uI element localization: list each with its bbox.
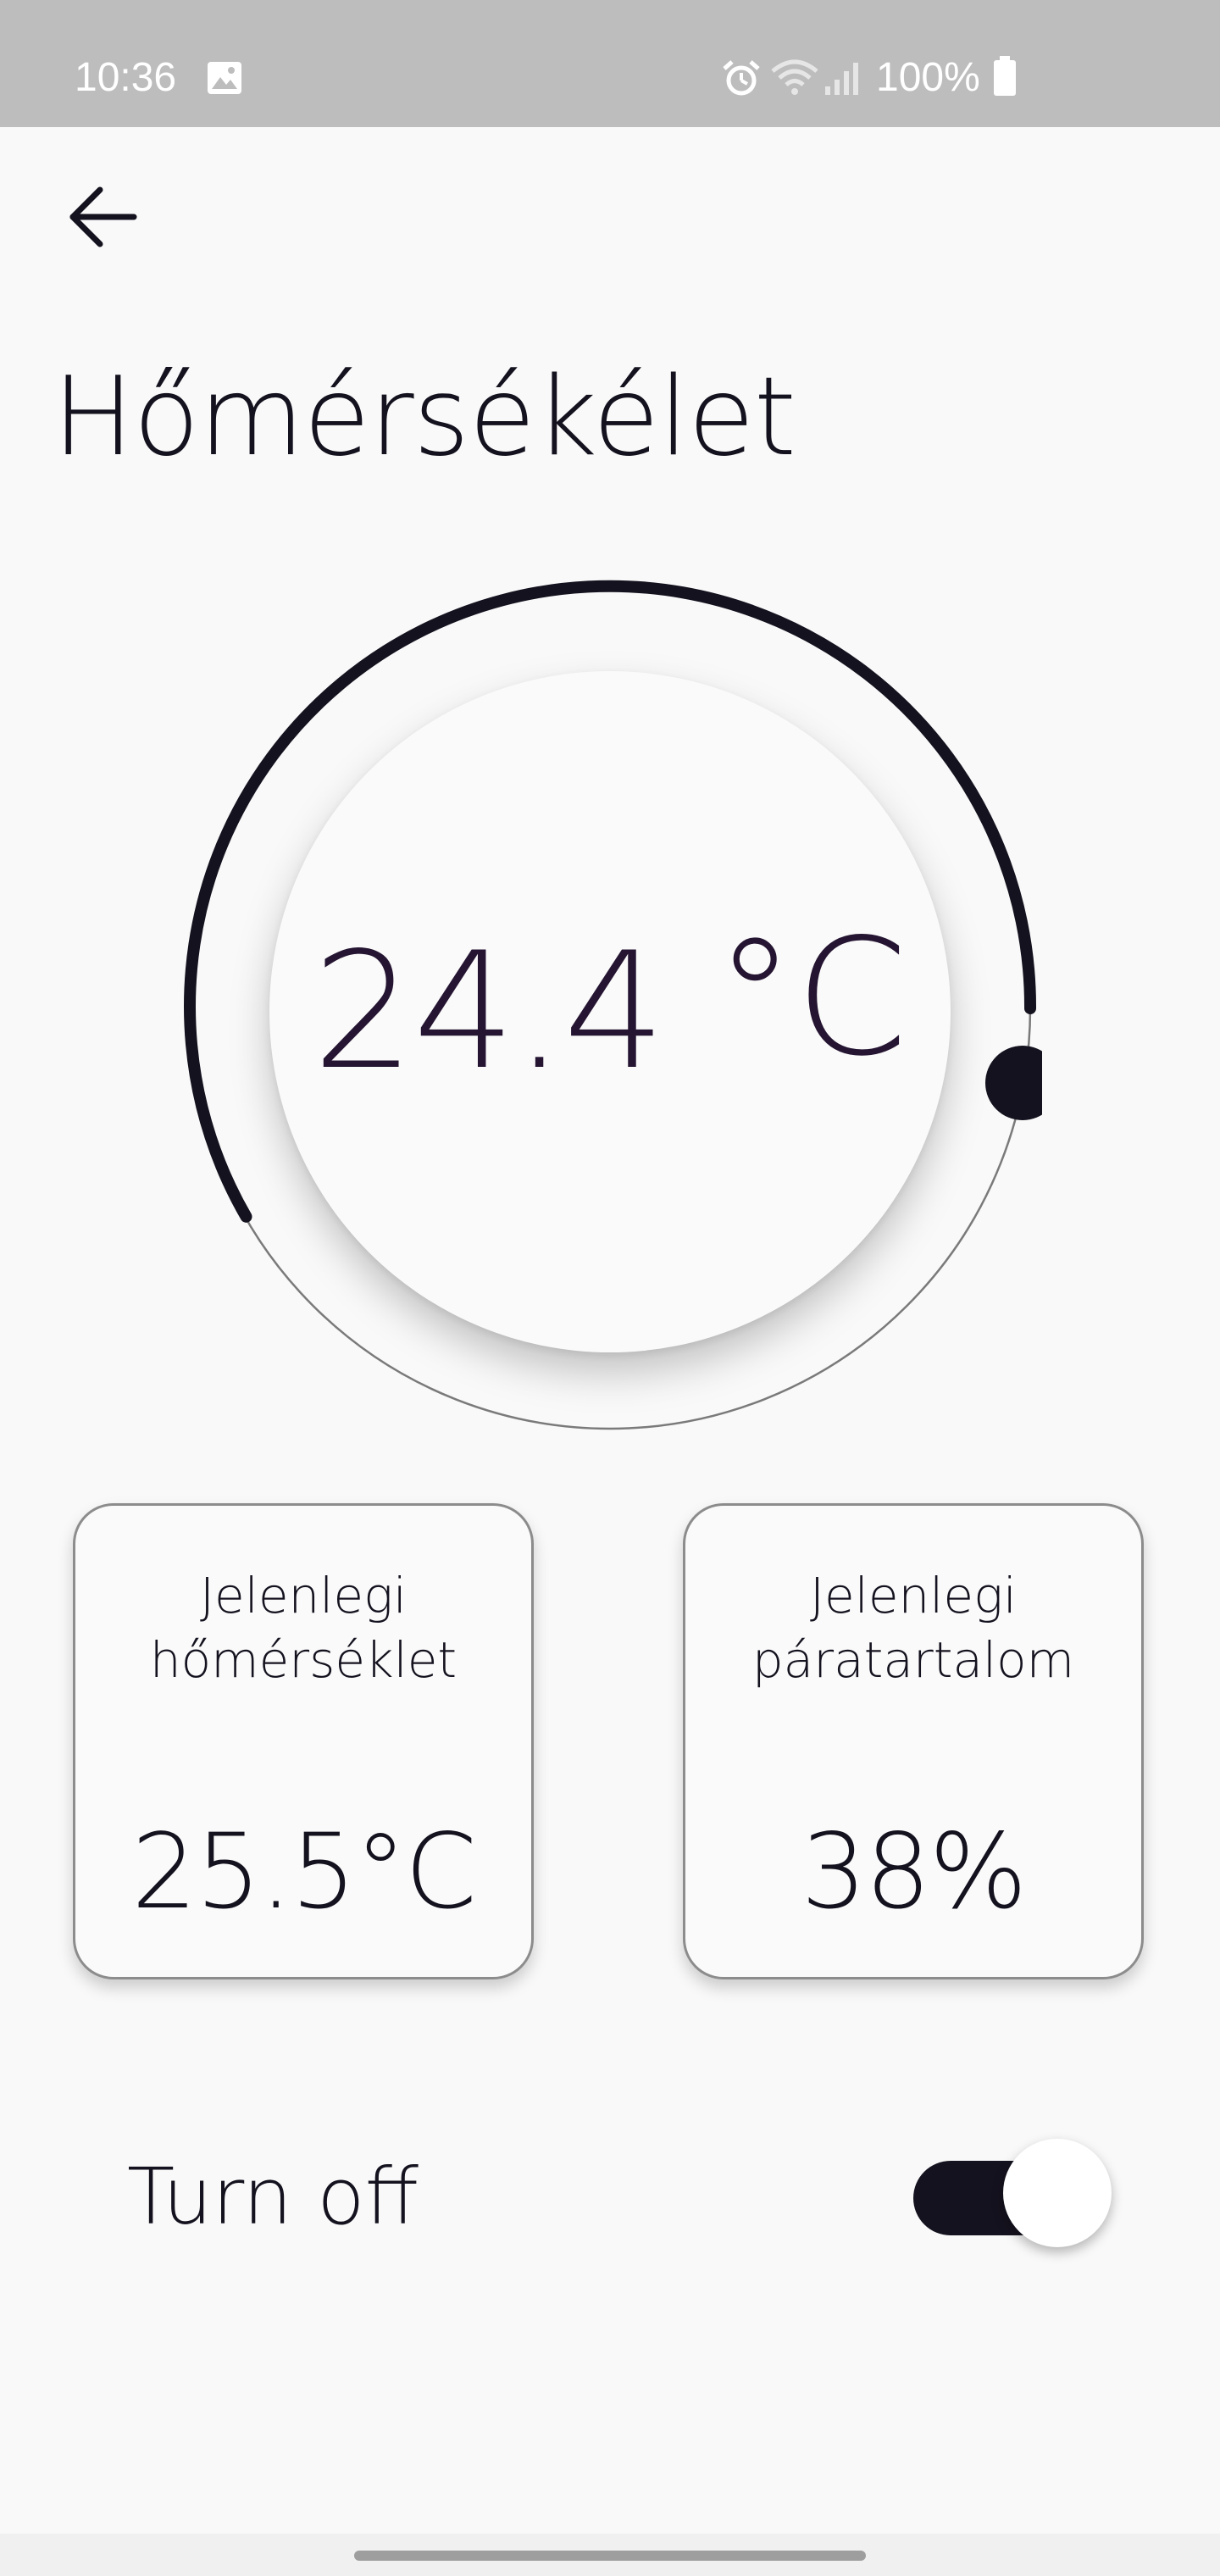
- card-label-line1: Jelenlegi: [809, 1567, 1018, 1624]
- power-toggle[interactable]: [913, 2139, 1113, 2247]
- arrow-left-icon: [69, 186, 137, 247]
- target-temperature-value: 24.4: [312, 918, 666, 1105]
- toggle-knob: [1003, 2139, 1112, 2247]
- card-label-line2: páratartalom: [751, 1631, 1075, 1689]
- power-toggle-label: Turn off: [127, 2151, 419, 2242]
- status-bar: 10:36 100%: [0, 0, 1220, 127]
- status-time: 10:36: [75, 55, 177, 100]
- card-label: Jelenlegi hőmérséklet: [75, 1563, 531, 1692]
- wifi-icon: [771, 59, 818, 95]
- card-label-line1: Jelenlegi: [199, 1567, 408, 1624]
- home-gesture-handle[interactable]: [354, 2551, 866, 2561]
- back-button[interactable]: [51, 166, 152, 268]
- card-label: Jelenlegi páratartalom: [685, 1563, 1141, 1692]
- signal-icon: [825, 63, 858, 95]
- battery-percentage: 100%: [876, 55, 980, 100]
- current-humidity-value: 38%: [801, 1812, 1027, 1932]
- navigation-bar: [0, 2534, 1220, 2576]
- page-title: Hőmérsékélet: [53, 354, 796, 480]
- dial-handle[interactable]: [985, 1046, 1042, 1120]
- target-temperature-unit: °C: [714, 904, 908, 1091]
- dial-value-display: 24.4 °C: [269, 671, 951, 1352]
- current-temperature-value: 25.5°C: [131, 1812, 477, 1932]
- card-label-line2: hőmérséklet: [149, 1631, 458, 1689]
- current-temperature-card: Jelenlegi hőmérséklet 25.5°C: [73, 1503, 534, 1979]
- battery-icon: [994, 56, 1016, 96]
- current-humidity-card: Jelenlegi páratartalom 38%: [683, 1503, 1144, 1979]
- alarm-icon: [723, 60, 760, 96]
- image-icon: [208, 62, 241, 94]
